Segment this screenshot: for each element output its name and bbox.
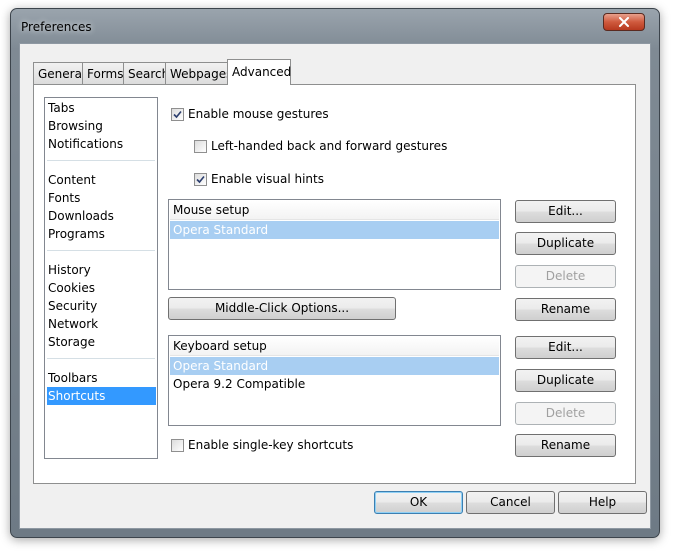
left-handed-gestures-checkbox[interactable] [194,140,207,153]
enable-visual-hints-label: Enable visual hints [211,172,324,186]
list-item[interactable]: Opera 9.2 Compatible [170,375,499,393]
list-divider [47,358,155,359]
sidebar-item-history[interactable]: History [47,261,156,279]
tab-general[interactable]: General [33,62,85,84]
sidebar-item-notifications[interactable]: Notifications [47,135,156,153]
help-button[interactable]: Help [558,491,647,514]
enable-single-key-shortcuts-checkbox[interactable] [171,439,184,452]
middle-click-options-button[interactable]: Middle-Click Options... [168,297,396,320]
mouse-rename-button[interactable]: Rename [515,298,616,321]
sidebar-item-security[interactable]: Security [47,297,156,315]
tab-search[interactable]: Search [123,62,169,84]
sidebar-item-content[interactable]: Content [47,171,156,189]
sidebar-item-toolbars[interactable]: Toolbars [47,369,156,387]
cancel-button[interactable]: Cancel [466,491,555,514]
tab-advanced[interactable]: Advanced [227,59,291,85]
mouse-setup-header: Mouse setup [170,201,499,220]
tab-forms[interactable]: Forms [82,62,124,84]
keyboard-rename-button[interactable]: Rename [515,434,616,457]
keyboard-setup-list[interactable]: Keyboard setup Opera Standard Opera 9.2 … [168,335,501,426]
ok-button[interactable]: OK [374,491,463,514]
keyboard-delete-button[interactable]: Delete [515,402,616,425]
tab-webpages[interactable]: Webpages [165,62,232,84]
sidebar-item-fonts[interactable]: Fonts [47,189,156,207]
list-divider [47,160,155,161]
keyboard-edit-button[interactable]: Edit... [515,336,616,359]
close-icon [619,17,629,27]
keyboard-setup-header: Keyboard setup [170,337,499,356]
mouse-delete-button[interactable]: Delete [515,265,616,288]
mouse-duplicate-button[interactable]: Duplicate [515,232,616,255]
enable-mouse-gestures-checkbox[interactable] [171,108,184,121]
sidebar-item-tabs[interactable]: Tabs [47,99,156,117]
list-item[interactable]: Opera Standard [170,221,499,239]
advanced-tab-panel: Tabs Browsing Notifications Content Font… [33,84,636,484]
preferences-window: Preferences General Forms Search Webpage… [10,8,660,538]
sidebar-item-storage[interactable]: Storage [47,333,156,351]
enable-mouse-gestures-label: Enable mouse gestures [188,107,329,121]
enable-single-key-shortcuts-label: Enable single-key shortcuts [188,438,354,452]
list-divider [47,250,155,251]
keyboard-duplicate-button[interactable]: Duplicate [515,369,616,392]
list-item[interactable]: Opera Standard [170,357,499,375]
checkmark-icon [173,110,182,119]
sidebar-item-browsing[interactable]: Browsing [47,117,156,135]
sidebar-item-cookies[interactable]: Cookies [47,279,156,297]
enable-visual-hints-checkbox[interactable] [194,173,207,186]
mouse-edit-button[interactable]: Edit... [515,200,616,223]
sidebar-item-downloads[interactable]: Downloads [47,207,156,225]
left-handed-gestures-label: Left-handed back and forward gestures [211,139,448,153]
window-title: Preferences [21,20,92,34]
sidebar-item-programs[interactable]: Programs [47,225,156,243]
category-list[interactable]: Tabs Browsing Notifications Content Font… [44,97,158,459]
close-button[interactable] [603,13,645,31]
mouse-setup-list[interactable]: Mouse setup Opera Standard [168,199,501,290]
dialog-client-area: General Forms Search Webpages Advanced T… [19,43,651,529]
sidebar-item-network[interactable]: Network [47,315,156,333]
checkmark-icon [196,175,205,184]
sidebar-item-shortcuts[interactable]: Shortcuts [47,387,156,405]
